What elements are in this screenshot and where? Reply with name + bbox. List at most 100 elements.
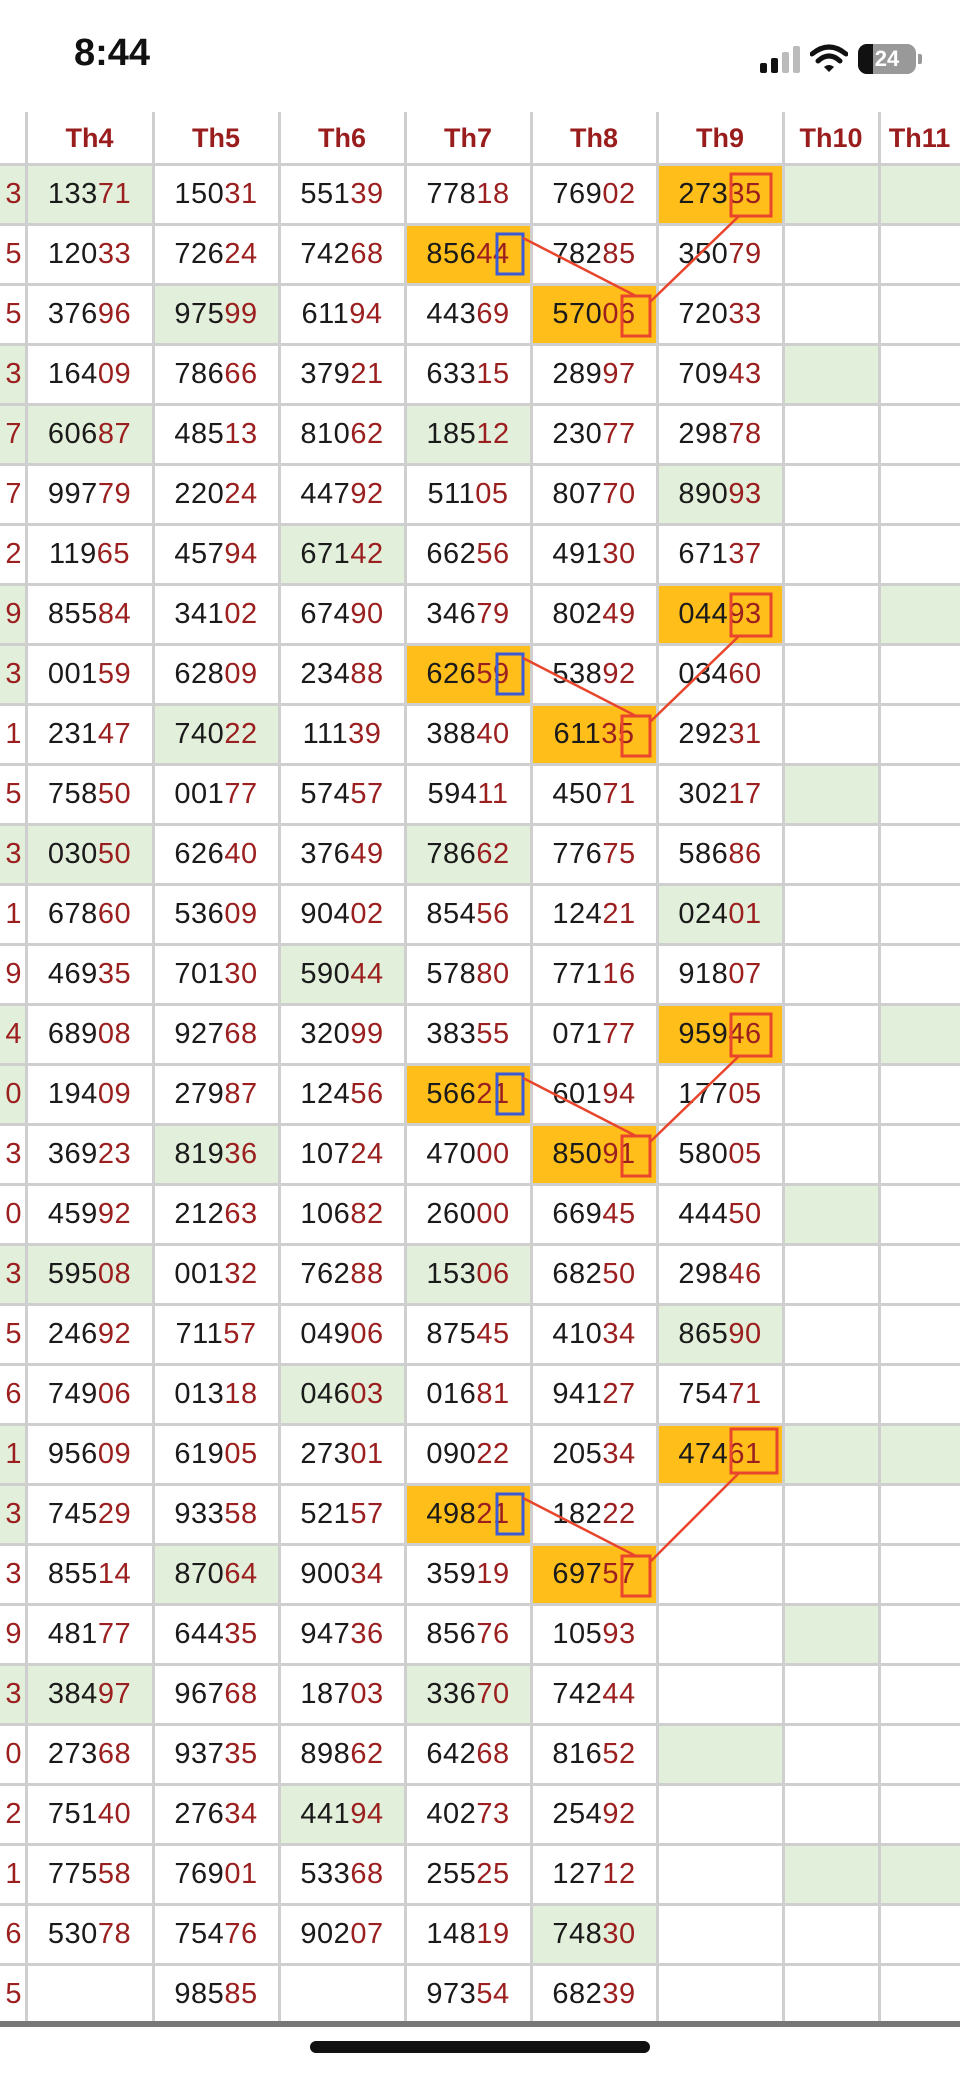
table-cell[interactable]: 336 70 xyxy=(405,1664,531,1724)
table-cell[interactable]: 107 24 xyxy=(279,1124,405,1184)
table-cell[interactable]: 164 09 xyxy=(26,344,153,404)
table-cell[interactable] xyxy=(879,944,960,1004)
table-cell[interactable]: 369 23 xyxy=(26,1124,153,1184)
table-cell[interactable]: 388 40 xyxy=(405,704,531,764)
table-cell[interactable] xyxy=(879,1244,960,1304)
table-cell[interactable]: 669 45 xyxy=(531,1184,657,1244)
table-cell[interactable]: 013 18 xyxy=(153,1364,279,1424)
table-cell[interactable]: 956 09 xyxy=(26,1424,153,1484)
table-cell[interactable] xyxy=(783,224,879,284)
table-cell[interactable]: 601 94 xyxy=(531,1064,657,1124)
table-cell[interactable]: 124 56 xyxy=(279,1064,405,1124)
table-cell[interactable] xyxy=(783,644,879,704)
table-cell[interactable]: 754 71 xyxy=(657,1364,783,1424)
table-cell[interactable]: 469 35 xyxy=(26,944,153,1004)
table-cell[interactable]: 933 58 xyxy=(153,1484,279,1544)
table-cell[interactable]: 671 42 xyxy=(279,524,405,584)
table-cell[interactable]: 187 03 xyxy=(279,1664,405,1724)
table-cell[interactable] xyxy=(783,584,879,644)
table-cell[interactable]: 580 05 xyxy=(657,1124,783,1184)
table-cell[interactable]: 742 44 xyxy=(531,1664,657,1724)
table-cell[interactable]: 459 92 xyxy=(26,1184,153,1244)
table-cell[interactable] xyxy=(879,524,960,584)
table-cell[interactable]: 566 21 xyxy=(405,1064,531,1124)
table-cell[interactable]: 941 27 xyxy=(531,1364,657,1424)
table-cell[interactable]: 185 12 xyxy=(405,404,531,464)
table-cell[interactable]: 111 39 xyxy=(279,704,405,764)
table-cell[interactable]: 937 35 xyxy=(153,1724,279,1784)
table-cell[interactable]: 807 70 xyxy=(531,464,657,524)
table-cell[interactable]: 769 02 xyxy=(531,164,657,224)
table-cell[interactable]: 997 79 xyxy=(26,464,153,524)
table-cell[interactable]: 292 31 xyxy=(657,704,783,764)
table-cell[interactable]: 106 82 xyxy=(279,1184,405,1244)
table-cell[interactable]: 870 64 xyxy=(153,1544,279,1604)
table-cell[interactable]: 662 56 xyxy=(405,524,531,584)
table-cell[interactable]: 530 78 xyxy=(26,1904,153,1964)
table-cell[interactable]: 947 36 xyxy=(279,1604,405,1664)
table-cell[interactable]: 802 49 xyxy=(531,584,657,644)
table-cell[interactable]: 383 55 xyxy=(405,1004,531,1064)
table-cell[interactable] xyxy=(783,1784,879,1844)
table-cell[interactable] xyxy=(783,1364,879,1424)
table-cell[interactable]: 491 30 xyxy=(531,524,657,584)
table-cell[interactable]: 551 39 xyxy=(279,164,405,224)
table-cell[interactable]: 127 12 xyxy=(531,1844,657,1904)
table-cell[interactable]: 626 59 xyxy=(405,644,531,704)
table-cell[interactable]: 985 85 xyxy=(153,1964,279,2024)
table-cell[interactable]: 898 62 xyxy=(279,1724,405,1784)
table-cell[interactable] xyxy=(879,1304,960,1364)
table-cell[interactable]: 709 43 xyxy=(657,344,783,404)
table-cell[interactable]: 279 87 xyxy=(153,1064,279,1124)
table-cell[interactable]: 758 50 xyxy=(26,764,153,824)
table-cell[interactable]: 148 19 xyxy=(405,1904,531,1964)
table-cell[interactable]: 642 68 xyxy=(405,1724,531,1784)
table-cell[interactable]: 701 30 xyxy=(153,944,279,1004)
table-cell[interactable] xyxy=(783,404,879,464)
table-cell[interactable]: 457 94 xyxy=(153,524,279,584)
table-cell[interactable]: 819 36 xyxy=(153,1124,279,1184)
table-cell[interactable]: 856 44 xyxy=(405,224,531,284)
table-cell[interactable]: 212 63 xyxy=(153,1184,279,1244)
table-cell[interactable]: 220 24 xyxy=(153,464,279,524)
table-cell[interactable] xyxy=(879,164,960,224)
table-cell[interactable]: 674 90 xyxy=(279,584,405,644)
table-cell[interactable]: 046 03 xyxy=(279,1364,405,1424)
table-cell[interactable] xyxy=(657,1784,783,1844)
table-cell[interactable]: 376 96 xyxy=(26,284,153,344)
table-cell[interactable]: 754 76 xyxy=(153,1904,279,1964)
table-cell[interactable]: 255 25 xyxy=(405,1844,531,1904)
table-cell[interactable]: 260 00 xyxy=(405,1184,531,1244)
table-cell[interactable]: 682 39 xyxy=(531,1964,657,2024)
table-cell[interactable] xyxy=(783,344,879,404)
table-cell[interactable]: 590 44 xyxy=(279,944,405,1004)
table-cell[interactable] xyxy=(783,884,879,944)
table-cell[interactable]: 855 14 xyxy=(26,1544,153,1604)
table-cell[interactable]: 105 93 xyxy=(531,1604,657,1664)
table-cell[interactable]: 234 88 xyxy=(279,644,405,704)
table-cell[interactable]: 762 88 xyxy=(279,1244,405,1304)
table-cell[interactable] xyxy=(783,1664,879,1724)
table-cell[interactable]: 205 34 xyxy=(531,1424,657,1484)
table-cell[interactable]: 511 05 xyxy=(405,464,531,524)
table-cell[interactable] xyxy=(879,1004,960,1064)
table-cell[interactable]: 246 92 xyxy=(26,1304,153,1364)
table-cell[interactable]: 254 92 xyxy=(531,1784,657,1844)
table-cell[interactable] xyxy=(26,1964,153,2024)
table-cell[interactable] xyxy=(783,1244,879,1304)
table-cell[interactable] xyxy=(783,1304,879,1364)
table-cell[interactable]: 606 87 xyxy=(26,404,153,464)
table-cell[interactable] xyxy=(879,284,960,344)
table-cell[interactable]: 975 99 xyxy=(153,284,279,344)
table-cell[interactable]: 967 68 xyxy=(153,1664,279,1724)
table-cell[interactable]: 001 32 xyxy=(153,1244,279,1304)
table-cell[interactable]: 536 09 xyxy=(153,884,279,944)
table-cell[interactable] xyxy=(879,1964,960,2024)
table-cell[interactable]: 474 61 xyxy=(657,1424,783,1484)
table-cell[interactable] xyxy=(783,1604,879,1664)
table-cell[interactable] xyxy=(783,944,879,1004)
table-cell[interactable]: 276 34 xyxy=(153,1784,279,1844)
home-indicator[interactable] xyxy=(310,2041,650,2053)
table-cell[interactable]: 230 77 xyxy=(531,404,657,464)
table-cell[interactable]: 273 35 xyxy=(657,164,783,224)
